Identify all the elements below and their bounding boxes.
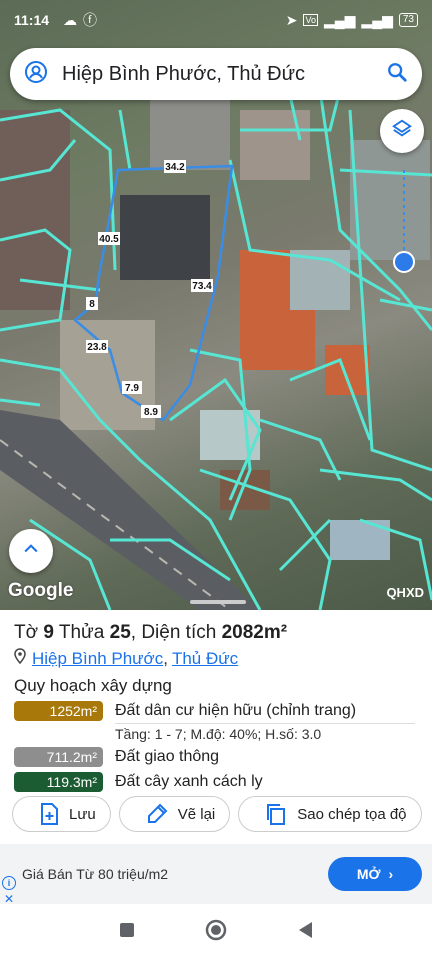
panel-drag-handle[interactable] (190, 600, 246, 604)
roof-patch (120, 195, 210, 280)
zone-name: Đất cây xanh cách ly (115, 773, 263, 790)
ad-banner[interactable]: i ✕ Giá Bán Từ 80 triệu/m2 MỞ › (0, 844, 432, 906)
status-time: 11:14 (14, 12, 50, 28)
search-input[interactable]: Hiệp Bình Phước, Thủ Đức (48, 63, 386, 86)
copy-icon (265, 803, 287, 825)
action-bar: Lưu Vẽ lại Sao chép tọa độ (12, 796, 422, 832)
zone-name: Đất giao thông (115, 748, 220, 765)
zone-area-badge: 711.2m² (14, 747, 103, 767)
search-bar[interactable]: Hiệp Bình Phước, Thủ Đức (10, 48, 422, 100)
empty-lot (60, 320, 155, 430)
parcel-location: Hiệp Bình Phước , Thủ Đức (14, 648, 418, 669)
parcel-sheet: 9 (43, 622, 54, 643)
segment-label: 73.4 (192, 281, 212, 292)
save-button[interactable]: Lưu (12, 796, 111, 832)
account-icon[interactable] (24, 60, 48, 89)
segment-label: 40.5 (99, 234, 119, 245)
zone-row: 119.3m² Đất cây xanh cách ly (14, 772, 418, 792)
ad-text: Giá Bán Từ 80 triệu/m2 (22, 866, 169, 882)
add-bookmark-icon (39, 803, 59, 825)
planning-section-title: Quy hoạch xây dựng (14, 676, 172, 695)
zone-details: Tầng: 1 - 7; M.độ: 40%; H.số: 3.0 (115, 723, 415, 742)
zone-area-badge: 119.3m² (14, 772, 103, 792)
roof-patch (240, 110, 310, 180)
layer-code-label: QHXD (386, 585, 424, 600)
layers-button[interactable] (380, 109, 424, 153)
recents-icon[interactable] (119, 922, 135, 943)
ad-open-button[interactable]: MỞ › (328, 857, 422, 891)
copy-label: Sao chép tọa độ (297, 805, 407, 823)
battery-icon: 73 (398, 13, 418, 27)
zone-row: 1252m² Đất dân cư hiện hữu (chỉnh trang) (14, 701, 418, 721)
signal-icon: ▂▄▆ (361, 11, 393, 28)
redraw-button[interactable]: Vẽ lại (118, 796, 231, 832)
facebook-icon: ⓕ (83, 12, 98, 28)
parcel-lot: 25 (109, 622, 131, 643)
parcel-title: Tờ 9 Thửa 25, Diện tích 2082m² (14, 622, 418, 644)
location-arrow-icon: ➤ (285, 11, 298, 28)
roof-patch (325, 345, 370, 395)
segment-label: 23.8 (87, 342, 107, 353)
roof-patch (350, 140, 430, 260)
district-link[interactable]: Thủ Đức (172, 649, 238, 669)
segment-label: 8.9 (144, 407, 158, 418)
ward-link[interactable]: Hiệp Bình Phước (32, 649, 163, 669)
ad-open-label: MỞ (356, 866, 381, 882)
ad-info-icon[interactable]: i (2, 876, 16, 890)
segment-label: 8 (89, 299, 95, 310)
back-icon[interactable] (297, 921, 313, 944)
zone-row: 711.2m² Đất giao thông (14, 747, 418, 767)
notification-cloud-icon: ☁ (63, 11, 78, 28)
search-icon[interactable] (386, 61, 408, 88)
segment-label: 34.2 (165, 162, 185, 173)
redraw-label: Vẽ lại (177, 805, 216, 823)
segment-label: 7.9 (125, 383, 139, 394)
my-location-dot (393, 251, 415, 273)
parcel-lot-prefix: Thửa (53, 622, 110, 643)
location-separator: , (163, 648, 168, 668)
parcel-sheet-prefix: Tờ (14, 622, 44, 643)
google-logo: Google (8, 580, 74, 601)
roof-patch (150, 100, 230, 170)
zone-name: Đất dân cư hiện hữu (chỉnh trang) (115, 702, 357, 719)
pen-icon (146, 803, 168, 825)
copy-coordinates-button[interactable]: Sao chép tọa độ (238, 796, 422, 832)
chevron-right-icon: › (388, 866, 394, 882)
system-nav-bar (0, 904, 432, 960)
4g-signal-icon: ▂▄▆ (323, 11, 356, 28)
location-pin-icon (14, 648, 26, 669)
chevron-up-icon (21, 539, 41, 564)
expand-panel-button[interactable] (9, 529, 53, 573)
layers-icon (391, 118, 413, 145)
parcel-area: 2082m² (221, 622, 288, 643)
zone-area-badge: 1252m² (14, 701, 103, 721)
save-label: Lưu (69, 805, 96, 823)
status-bar: 11:14 ☁ ⓕ ➤ Vo ▂▄▆ ▂▄▆ 73 (0, 0, 432, 40)
vowifi-icon: Vo (303, 14, 318, 26)
home-icon[interactable] (205, 919, 227, 946)
parcel-area-prefix: , Diện tích (130, 622, 222, 643)
roof-patch (0, 110, 70, 310)
